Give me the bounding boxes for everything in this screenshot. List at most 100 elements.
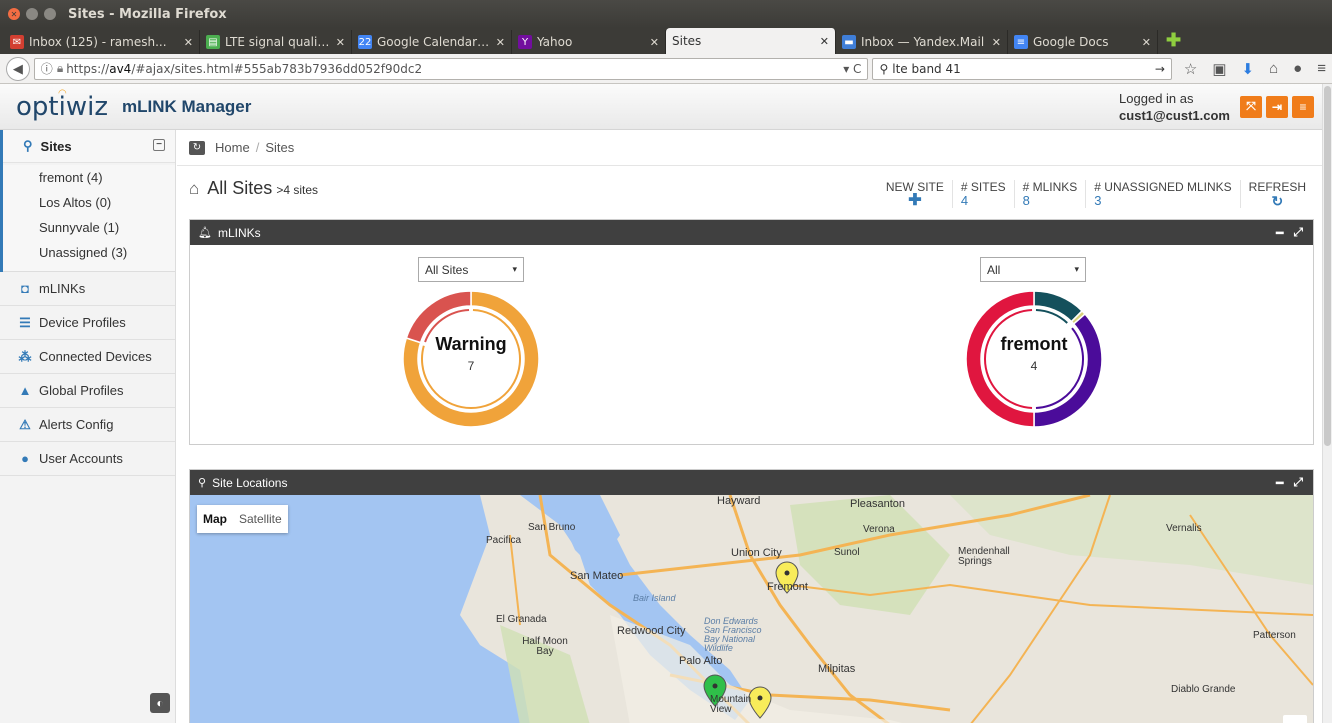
- window-minimize-button[interactable]: [26, 8, 38, 20]
- hamburger-menu-icon[interactable]: ≡: [1292, 95, 1314, 118]
- tab-close-icon[interactable]: ✕: [184, 36, 193, 49]
- fullscreen-icon[interactable]: ⤧: [1240, 95, 1262, 118]
- stat-value: 4: [960, 193, 969, 208]
- donut-title: fremont: [1000, 334, 1068, 354]
- sidebar-item-connected-devices[interactable]: ⁂ Connected Devices: [0, 340, 175, 374]
- map-type-toggle: Map Satellite: [197, 505, 288, 533]
- browser-tab-yandex[interactable]: ▬ Inbox — Yandex.Mail ✕: [836, 30, 1008, 54]
- browser-tab-yahoo[interactable]: Y Yahoo ✕: [512, 30, 666, 54]
- satellite-view-button[interactable]: Satellite: [233, 505, 288, 533]
- chat-icon[interactable]: ●: [1293, 60, 1302, 78]
- search-go-icon[interactable]: →: [1155, 62, 1165, 76]
- tab-close-icon[interactable]: ✕: [336, 36, 345, 49]
- sidebar-item-alerts-config[interactable]: ⚠ Alerts Config: [0, 408, 175, 442]
- sidebar-item-device-profiles[interactable]: ☰ Device Profiles: [0, 306, 175, 340]
- breadcrumb-home[interactable]: Home: [215, 140, 250, 155]
- tab-close-icon[interactable]: ✕: [650, 36, 659, 49]
- site-item-fremont[interactable]: fremont (4): [3, 165, 175, 190]
- status-filter-select[interactable]: All ▾: [980, 257, 1086, 282]
- donut-title: Warning: [435, 334, 507, 354]
- donut-value: 4: [1030, 359, 1038, 373]
- reading-list-icon[interactable]: ▣: [1212, 60, 1226, 78]
- map-place-label: Patterson: [1253, 630, 1296, 641]
- gmail-icon: ✉: [10, 35, 24, 49]
- sidebar-sites-section: ⚲ Sites − fremont (4) Los Altos (0) Sunn…: [0, 130, 175, 272]
- tab-title: Google Calendar - S...: [377, 35, 490, 49]
- minimize-icon[interactable]: ━: [1276, 226, 1283, 240]
- browser-tab-docs[interactable]: ≡ Google Docs ✕: [1008, 30, 1158, 54]
- refresh-button[interactable]: REFRESH ↻: [1239, 180, 1314, 208]
- site-item-sunnyvale[interactable]: Sunnyvale (1): [3, 215, 175, 240]
- widget-title: Site Locations: [212, 475, 288, 490]
- sidebar-item-user-accounts[interactable]: ● User Accounts: [0, 442, 175, 476]
- site-item-unassigned[interactable]: Unassigned (3): [3, 240, 175, 265]
- map-view-button[interactable]: Map: [197, 505, 233, 533]
- url-bar[interactable]: ⓘ 🔒︎ https://av4/#ajax/sites.html#555ab7…: [33, 57, 869, 80]
- user-icon: ●: [21, 451, 29, 466]
- browser-tab-gmail[interactable]: ✉ Inbox (125) - ramesh... ✕: [4, 30, 200, 54]
- download-icon[interactable]: ⬇: [1242, 60, 1255, 78]
- browser-tab-calendar[interactable]: 22 Google Calendar - S... ✕: [352, 30, 512, 54]
- breadcrumb: ↻ Home / Sites: [177, 130, 1322, 166]
- browser-tab-sites[interactable]: Sites ✕: [666, 28, 836, 54]
- stat-sites: # SITES 4: [951, 180, 1014, 208]
- bell-icon: 🔔︎: [198, 227, 212, 239]
- bookmark-star-icon[interactable]: ☆: [1184, 60, 1197, 78]
- brand-title: mLINK Manager: [121, 96, 252, 116]
- yahoo-icon: Y: [518, 35, 532, 49]
- page-title: ⌂ All Sites >4 sites: [189, 178, 318, 199]
- info-icon: ⓘ: [40, 62, 53, 76]
- new-tab-icon[interactable]: ✚: [1166, 30, 1181, 51]
- sidebar-item-sites[interactable]: ⚲ Sites −: [3, 130, 175, 163]
- sidebar-toggle-icon[interactable]: ◐: [150, 693, 170, 713]
- sidebar-item-label: mLINKs: [39, 281, 86, 296]
- home-icon[interactable]: ⌂: [1269, 60, 1278, 78]
- window-close-button[interactable]: ✕: [8, 8, 20, 20]
- widget-title: mLINKs: [217, 225, 261, 240]
- site-locations-widget: ⚲ Site Locations ━ ⤢ Map Satellite Haywa…: [189, 469, 1314, 723]
- search-input[interactable]: ⚲ lte band 41 →: [872, 57, 1172, 80]
- chevron-down-icon: ▾: [1074, 264, 1079, 274]
- scrollbar-thumb[interactable]: [1324, 86, 1331, 446]
- stat-value: 8: [1022, 193, 1030, 208]
- search-icon: ⚲: [879, 61, 889, 76]
- tab-close-icon[interactable]: ✕: [1142, 36, 1151, 49]
- page-scrollbar[interactable]: [1322, 84, 1332, 723]
- tab-close-icon[interactable]: ✕: [992, 36, 1001, 49]
- window-maximize-button[interactable]: [44, 8, 56, 20]
- menu-icon[interactable]: ≡: [1317, 60, 1326, 78]
- tab-title: Inbox — Yandex.Mail: [861, 35, 985, 49]
- logout-icon[interactable]: ⇥: [1266, 95, 1288, 118]
- map-place-label: Sunol: [834, 547, 860, 558]
- refresh-page-icon[interactable]: ↻: [189, 140, 205, 155]
- tab-strip: ✉ Inbox (125) - ramesh... ✕ ▤ LTE signal…: [0, 28, 1332, 54]
- sidebar-item-global-profiles[interactable]: ▲ Global Profiles: [0, 374, 175, 408]
- expand-icon[interactable]: ⤢: [1293, 225, 1303, 240]
- list-icon: ☰: [19, 314, 31, 330]
- collapse-icon[interactable]: −: [153, 139, 165, 151]
- page-title-text: All Sites: [207, 178, 273, 198]
- map-place-label: Fremont: [767, 581, 808, 593]
- reload-icon[interactable]: ▾ C: [843, 62, 861, 76]
- expand-icon[interactable]: ⤢: [1293, 475, 1303, 490]
- map-place-label: El Granada: [496, 614, 547, 625]
- warning-icon: ⚠: [19, 416, 31, 432]
- optiwiz-logo: optiwiz ◠: [16, 87, 108, 122]
- site-filter-select[interactable]: All Sites ▾: [418, 257, 524, 282]
- map-place-label: Pleasanton: [850, 498, 906, 510]
- minimize-icon[interactable]: ━: [1276, 476, 1283, 490]
- back-arrow-icon[interactable]: ◀: [6, 56, 30, 81]
- map-place-label: Hayward: [717, 495, 761, 507]
- map-place-label: Mendenhall Springs: [958, 546, 1010, 567]
- street-view-pegman-icon[interactable]: [1283, 715, 1307, 723]
- site-item-los-altos[interactable]: Los Altos (0): [3, 190, 175, 215]
- left-donut-label: Warning 7: [411, 334, 531, 373]
- tab-close-icon[interactable]: ✕: [820, 35, 829, 48]
- search-value: lte band 41: [892, 61, 961, 76]
- browser-tab-lte[interactable]: ▤ LTE signal quality, w... ✕: [200, 30, 352, 54]
- tab-close-icon[interactable]: ✕: [496, 36, 505, 49]
- new-site-button[interactable]: NEW SITE ✚: [878, 180, 952, 209]
- login-info: Logged in as cust1@cust1.com: [1119, 90, 1230, 124]
- site-map[interactable]: Map Satellite Hayward Pleasanton San Bru…: [190, 495, 1313, 723]
- sidebar-item-mlinks[interactable]: ◘ mLINKs: [0, 272, 175, 306]
